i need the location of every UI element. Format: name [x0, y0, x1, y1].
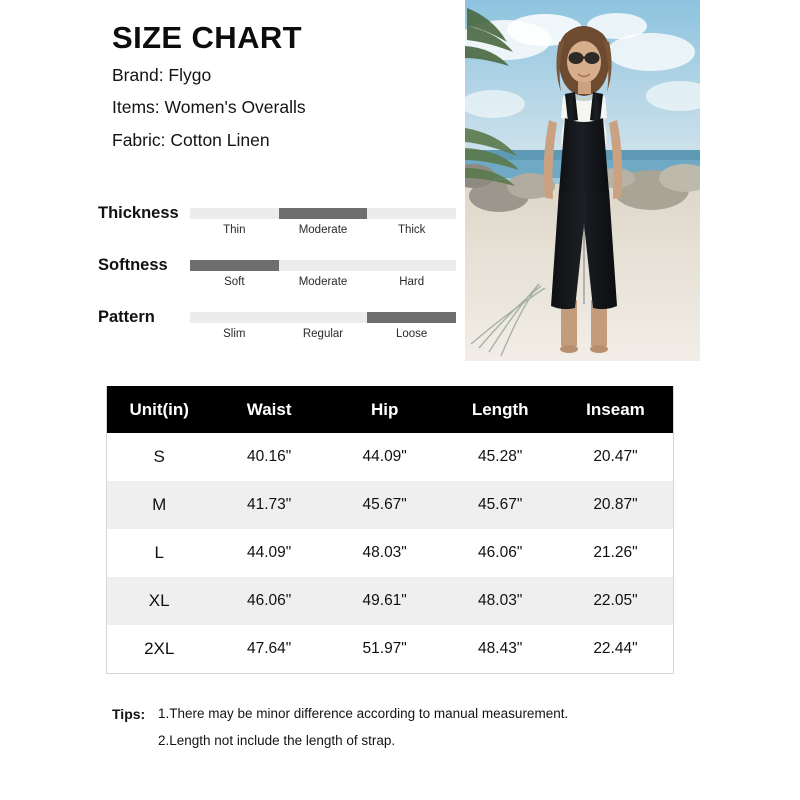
table-row: L 44.09" 48.03" 46.06" 21.26" — [107, 529, 674, 577]
column-header-hip: Hip — [326, 386, 443, 433]
cell-hip: 51.97" — [362, 640, 407, 657]
attribute-tick-moderate: Moderate — [298, 224, 348, 236]
cell-hip: 48.03" — [362, 544, 407, 561]
attribute-tick-thin: Thin — [223, 224, 246, 236]
cell-size: 2XL — [144, 639, 175, 658]
cell-hip: 49.61" — [326, 577, 443, 625]
attribute-tick-moderate-soft: Moderate — [298, 276, 348, 288]
cell-length: 45.67" — [442, 481, 558, 529]
table-header-row: Unit(in) Waist Hip Length Inseam — [106, 386, 674, 433]
column-header-waist: Waist — [211, 386, 327, 433]
size-table-body: S 40.16" 44.09" 45.28" 20.47" M 41.73" 4… — [106, 433, 674, 674]
cell-waist: 40.16" — [247, 448, 292, 465]
cell-waist: 46.06" — [211, 577, 327, 625]
attribute-tick-soft: Soft — [224, 276, 245, 288]
cell-hip: 44.09" — [362, 448, 407, 465]
fabric-line: Fabric: Cotton Linen — [112, 129, 270, 150]
attribute-tick-regular: Regular — [302, 328, 344, 340]
attribute-row-thickness: Thickness Thin Moderate Thick — [98, 202, 458, 254]
attribute-tick-slim: Slim — [223, 328, 246, 340]
size-table: Unit(in) Waist Hip Length Inseam S 40.16… — [106, 386, 674, 674]
attribute-segment-moderate — [278, 208, 368, 219]
attribute-segment-loose — [367, 312, 457, 323]
tips-row-2: 2.Length not include the length of strap… — [112, 733, 672, 749]
attribute-ticks-softness: Soft Moderate Hard — [190, 276, 456, 288]
table-row: S 40.16" 44.09" 45.28" 20.47" — [107, 433, 674, 481]
brand-line: Brand: Flygo — [112, 64, 212, 85]
cell-size: M — [106, 481, 212, 529]
table-row: XL 46.06" 49.61" 48.03" 22.05" — [106, 577, 674, 625]
attribute-segment-slim — [190, 312, 279, 323]
attribute-segment-moderate-soft — [279, 260, 368, 271]
cell-length: 48.43" — [478, 640, 523, 657]
page-title: SIZE CHART — [112, 20, 302, 55]
cell-size: L — [154, 543, 164, 562]
product-photo — [465, 0, 700, 361]
attribute-track-thickness — [190, 208, 456, 219]
tips-item-2: 2.Length not include the length of strap… — [158, 733, 396, 749]
cell-length: 46.06" — [478, 544, 523, 561]
tips-label: Tips: — [112, 706, 146, 722]
attribute-track-pattern — [190, 312, 457, 323]
attribute-tick-thick: Thick — [397, 224, 426, 236]
cell-inseam: 22.05" — [557, 577, 674, 625]
attribute-label-softness: Softness — [98, 256, 168, 274]
attribute-label-pattern: Pattern — [98, 308, 155, 326]
cell-length: 48.03" — [442, 577, 558, 625]
attribute-ticks-thickness: Thin Moderate Thick — [190, 224, 456, 236]
tips-row-1: Tips: 1.There may be minor difference ac… — [112, 706, 672, 722]
tips-item-1: 1.There may be minor difference accordin… — [158, 706, 569, 721]
items-line: Items: Women's Overalls — [112, 97, 306, 118]
cell-size: XL — [106, 577, 212, 625]
cell-waist: 47.64" — [247, 640, 292, 657]
attribute-segment-thick — [367, 208, 456, 219]
column-header-inseam: Inseam — [557, 386, 674, 433]
header-block: SIZE CHART Brand: Flygo Items: Women's O… — [112, 20, 462, 164]
attribute-track-softness — [190, 260, 456, 271]
size-table-head: Unit(in) Waist Hip Length Inseam — [106, 386, 674, 433]
cell-length: 45.28" — [478, 448, 523, 465]
attribute-sliders: Thickness Thin Moderate Thick Softness S… — [98, 202, 458, 358]
attribute-row-softness: Softness Soft Moderate Hard — [98, 254, 458, 306]
cell-waist: 44.09" — [247, 544, 292, 561]
attribute-ticks-pattern: Slim Regular Loose — [190, 328, 456, 340]
attribute-tick-hard: Hard — [399, 276, 425, 288]
tips-section: Tips: 1.There may be minor difference ac… — [112, 706, 672, 760]
column-header-length: Length — [442, 386, 558, 433]
attribute-segment-hard — [367, 260, 456, 271]
cell-hip: 45.67" — [326, 481, 443, 529]
attribute-segment-thin — [190, 208, 279, 219]
cell-waist: 41.73" — [211, 481, 327, 529]
attribute-row-pattern: Pattern Slim Regular Loose — [98, 306, 458, 358]
attribute-segment-soft — [190, 260, 279, 271]
table-row: M 41.73" 45.67" 45.67" 20.87" — [106, 481, 674, 529]
cell-inseam: 20.87" — [557, 481, 674, 529]
cell-size: S — [153, 447, 165, 466]
cell-inseam: 20.47" — [593, 448, 638, 465]
attribute-label-thickness: Thickness — [98, 204, 179, 222]
cell-inseam: 21.26" — [593, 544, 638, 561]
beach-model-illustration — [465, 0, 700, 361]
cell-inseam: 22.44" — [593, 640, 638, 657]
column-header-unit: Unit(in) — [106, 386, 212, 433]
table-row: 2XL 47.64" 51.97" 48.43" 22.44" — [107, 625, 674, 674]
attribute-segment-regular — [279, 312, 368, 323]
attribute-tick-loose: Loose — [396, 328, 428, 340]
